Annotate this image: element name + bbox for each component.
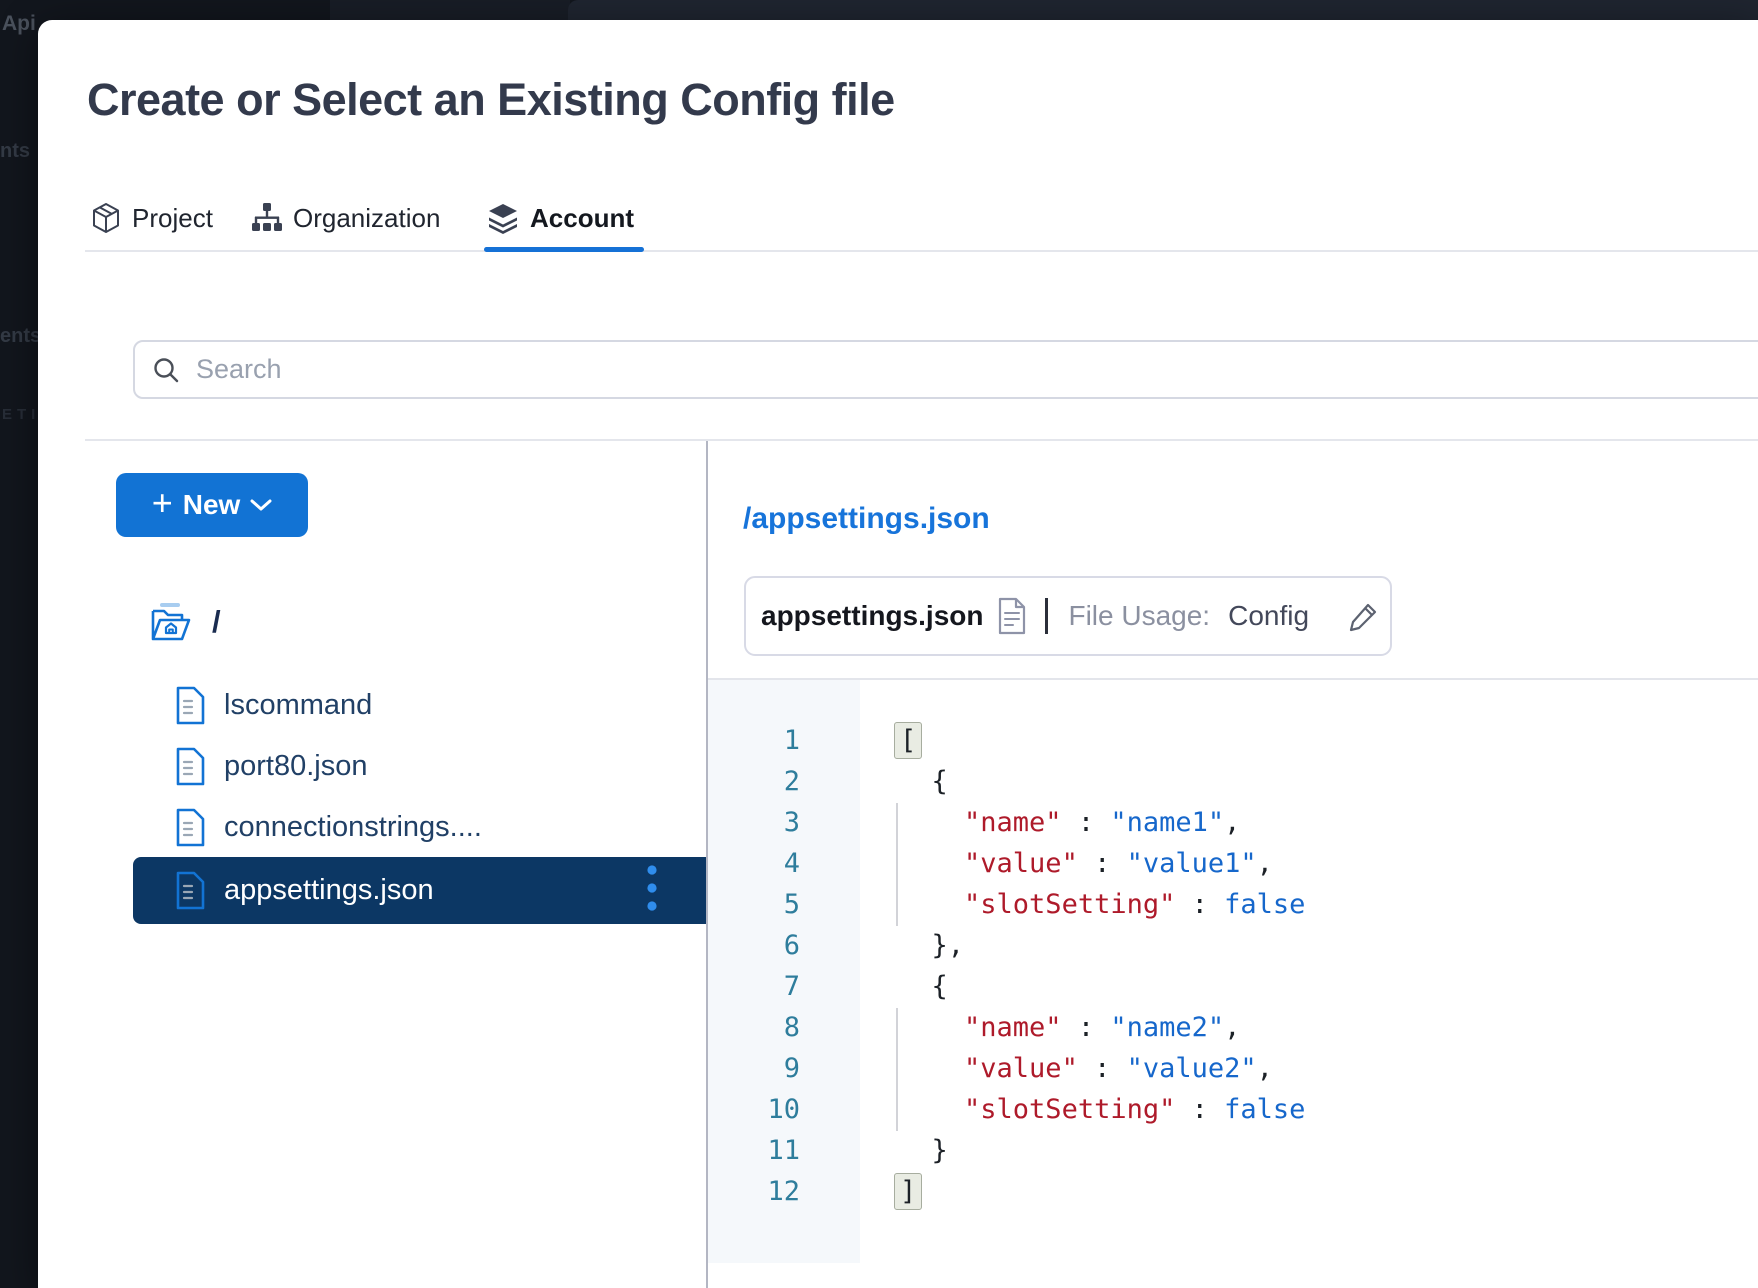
tab-project[interactable]: Project bbox=[91, 198, 213, 238]
search-placeholder: Search bbox=[196, 354, 282, 385]
root-path-label: / bbox=[212, 604, 221, 640]
file-icon bbox=[175, 747, 206, 786]
tab-label: Organization bbox=[293, 203, 440, 234]
dialog-title: Create or Select an Existing Config file bbox=[87, 74, 895, 126]
card-filename: appsettings.json bbox=[761, 600, 983, 632]
document-icon bbox=[997, 597, 1027, 635]
indent-guide bbox=[896, 803, 898, 926]
file-name: connectionstrings.... bbox=[224, 811, 482, 844]
code-line: } bbox=[899, 1130, 1305, 1171]
code-line: { bbox=[899, 966, 1305, 1007]
tab-label: Project bbox=[132, 203, 213, 234]
code-line: [ bbox=[899, 720, 1305, 761]
file-usage-card: appsettings.json File Usage: Config bbox=[744, 576, 1392, 656]
line-number: 4 bbox=[708, 843, 800, 884]
search-input[interactable]: Search bbox=[133, 340, 1758, 399]
file-row[interactable]: lscommand bbox=[133, 675, 706, 735]
layers-icon bbox=[487, 202, 519, 234]
line-number: 7 bbox=[708, 966, 800, 1007]
file-row[interactable]: connectionstrings.... bbox=[133, 797, 706, 857]
backdrop-card bbox=[568, 0, 1758, 21]
line-number: 5 bbox=[708, 884, 800, 925]
chevron-down-icon bbox=[250, 498, 272, 512]
occluded-sidebar-text: ents bbox=[0, 325, 41, 348]
code-line: { bbox=[899, 761, 1305, 802]
occluded-sidebar-text: ETI bbox=[2, 406, 40, 423]
code-content[interactable]: [ { "name" : "name1", "value" : "value1"… bbox=[899, 720, 1305, 1212]
line-number: 8 bbox=[708, 1007, 800, 1048]
occluded-sidebar-text: nts bbox=[0, 140, 30, 163]
line-number: 10 bbox=[708, 1089, 800, 1130]
line-number: 2 bbox=[708, 761, 800, 802]
cube-icon bbox=[91, 202, 121, 234]
code-line: ] bbox=[899, 1171, 1305, 1212]
screen: Api nts ents ETI Create or Select an Exi… bbox=[0, 0, 1758, 1288]
line-number: 3 bbox=[708, 802, 800, 843]
code-line: }, bbox=[899, 925, 1305, 966]
breadcrumb[interactable]: /appsettings.json bbox=[743, 502, 990, 536]
indent-guide bbox=[896, 1008, 898, 1131]
new-button-label: New bbox=[183, 489, 241, 521]
editor-top-border bbox=[708, 678, 1758, 680]
code-line: "slotSetting" : false bbox=[899, 884, 1305, 925]
line-numbers: 123456789101112 bbox=[708, 720, 800, 1212]
code-line: "value" : "value1", bbox=[899, 843, 1305, 884]
code-line: "slotSetting" : false bbox=[899, 1089, 1305, 1130]
file-icon bbox=[175, 871, 206, 910]
plus-icon: + bbox=[152, 485, 173, 521]
tree-root-folder[interactable]: / bbox=[148, 596, 221, 648]
tab-label: Account bbox=[530, 203, 634, 234]
occluded-sidebar-text: Api bbox=[2, 12, 36, 36]
file-name: lscommand bbox=[224, 689, 372, 722]
backdrop-panel bbox=[330, 0, 570, 21]
file-row[interactable]: port80.json bbox=[133, 736, 706, 796]
file-usage-value: Config bbox=[1228, 600, 1309, 632]
code-line: "name" : "name2", bbox=[899, 1007, 1305, 1048]
line-number: 11 bbox=[708, 1130, 800, 1171]
search-icon bbox=[152, 356, 180, 384]
code-line: "name" : "name1", bbox=[899, 802, 1305, 843]
file-row-selected[interactable]: appsettings.json bbox=[133, 857, 706, 924]
line-number: 1 bbox=[708, 720, 800, 761]
line-number: 12 bbox=[708, 1171, 800, 1212]
tab-account[interactable]: Account bbox=[487, 198, 634, 238]
code-line: "value" : "value2", bbox=[899, 1048, 1305, 1089]
tabbar-divider bbox=[85, 250, 1758, 252]
kebab-menu-icon[interactable] bbox=[646, 860, 658, 921]
line-number: 9 bbox=[708, 1048, 800, 1089]
section-divider bbox=[85, 439, 1758, 441]
org-chart-icon bbox=[252, 202, 282, 234]
new-button[interactable]: + New bbox=[116, 473, 308, 537]
file-usage-label: File Usage: bbox=[1068, 600, 1210, 632]
tab-organization[interactable]: Organization bbox=[252, 198, 440, 238]
open-folder-home-icon bbox=[148, 599, 194, 645]
file-icon bbox=[175, 686, 206, 725]
separator-bar bbox=[1045, 598, 1048, 634]
file-icon bbox=[175, 808, 206, 847]
active-tab-indicator bbox=[484, 247, 644, 252]
file-name: appsettings.json bbox=[224, 874, 434, 907]
line-number: 6 bbox=[708, 925, 800, 966]
pencil-icon[interactable] bbox=[1347, 599, 1381, 633]
file-name: port80.json bbox=[224, 750, 368, 783]
